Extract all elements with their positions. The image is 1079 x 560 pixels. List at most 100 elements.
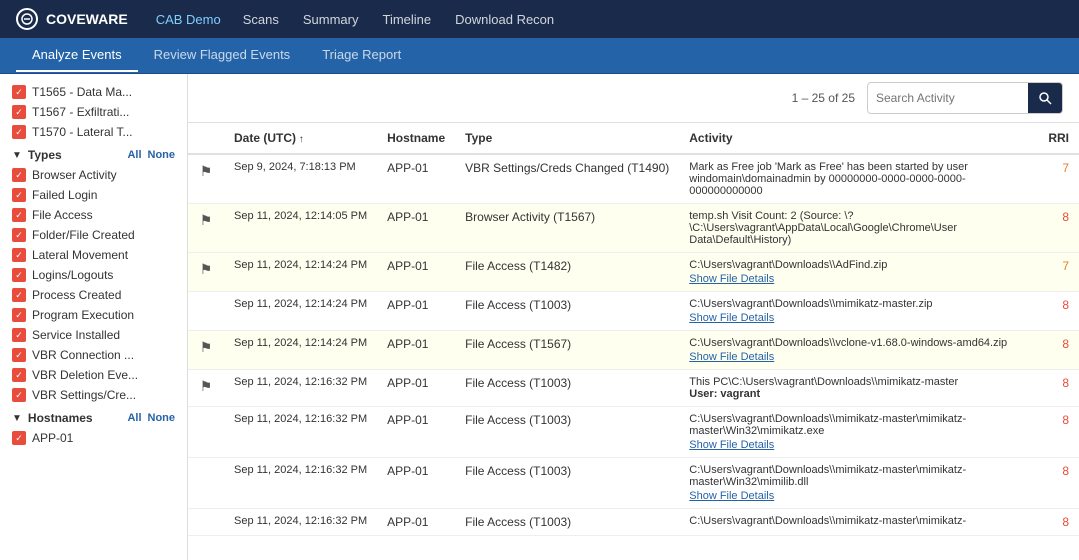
sidebar-label-browser: Browser Activity <box>32 168 175 182</box>
sidebar-label-service: Service Installed <box>32 328 175 342</box>
type-cell: File Access (T1003) <box>455 292 679 331</box>
activity-cell: C:\Users\vagrant\Downloads\\AdFind.zipSh… <box>679 253 1038 292</box>
sidebar-label-process: Process Created <box>32 288 175 302</box>
flag-icon[interactable]: ⚑ <box>200 378 213 394</box>
nav-summary[interactable]: Summary <box>301 8 361 31</box>
checkbox-browser[interactable]: ✓ <box>12 168 26 182</box>
rri-cell: 7 <box>1038 253 1079 292</box>
sidebar-item-process-created[interactable]: ✓ Process Created <box>0 285 187 305</box>
sidebar-item-vbr-settings[interactable]: ✓ VBR Settings/Cre... <box>0 385 187 405</box>
checkbox-process[interactable]: ✓ <box>12 288 26 302</box>
col-activity: Activity <box>679 123 1038 154</box>
hostnames-links: All None <box>127 412 175 424</box>
table-row: ⚑Sep 11, 2024, 12:14:05 PMAPP-01Browser … <box>188 204 1079 253</box>
flag-icon[interactable]: ⚑ <box>200 261 213 277</box>
checkbox-program[interactable]: ✓ <box>12 308 26 322</box>
checkbox-service[interactable]: ✓ <box>12 328 26 342</box>
sidebar-item-lateral-movement[interactable]: ✓ Lateral Movement <box>0 245 187 265</box>
tab-review-flagged-events[interactable]: Review Flagged Events <box>138 39 307 72</box>
show-file-details-link[interactable]: Show File Details <box>689 273 1028 285</box>
sidebar-item-vbr-deletion[interactable]: ✓ VBR Deletion Eve... <box>0 365 187 385</box>
date-cell: Sep 11, 2024, 12:14:05 PM <box>224 204 377 253</box>
sidebar-item-t1570[interactable]: ✓ T1570 - Lateral T... <box>0 122 187 142</box>
demo-label: CAB Demo <box>156 12 221 27</box>
show-file-details-link[interactable]: Show File Details <box>689 439 1028 451</box>
sidebar-item-logins-logouts[interactable]: ✓ Logins/Logouts <box>0 265 187 285</box>
table-row: ⚑Sep 11, 2024, 12:16:32 PMAPP-01File Acc… <box>188 370 1079 407</box>
events-table: Date (UTC) Hostname Type Activity RRI ⚑S… <box>188 123 1079 536</box>
tab-triage-report[interactable]: Triage Report <box>306 39 417 72</box>
sidebar: ✓ T1565 - Data Ma... ✓ T1567 - Exfiltrat… <box>0 74 188 560</box>
sidebar-item-failed-login[interactable]: ✓ Failed Login <box>0 185 187 205</box>
sidebar-item-file-access[interactable]: ✓ File Access <box>0 205 187 225</box>
sidebar-item-browser-activity[interactable]: ✓ Browser Activity <box>0 165 187 185</box>
activity-cell: C:\Users\vagrant\Downloads\\vclone-v1.68… <box>679 331 1038 370</box>
checkbox-t1567[interactable]: ✓ <box>12 105 26 119</box>
hostnames-none-link[interactable]: None <box>148 412 176 424</box>
checkbox-vbr-settings[interactable]: ✓ <box>12 388 26 402</box>
hostnames-all-link[interactable]: All <box>127 412 141 424</box>
main-content: ✓ T1565 - Data Ma... ✓ T1567 - Exfiltrat… <box>0 74 1079 560</box>
flag-icon[interactable]: ⚑ <box>200 212 213 228</box>
activity-cell: C:\Users\vagrant\Downloads\\mimikatz-mas… <box>679 458 1038 509</box>
type-cell: Browser Activity (T1567) <box>455 204 679 253</box>
hostname-cell: APP-01 <box>377 331 455 370</box>
types-links: All None <box>127 149 175 161</box>
show-file-details-link[interactable]: Show File Details <box>689 351 1028 363</box>
tab-analyze-events[interactable]: Analyze Events <box>16 39 138 72</box>
logo: COVEWARE <box>16 8 128 30</box>
flag-icon[interactable]: ⚑ <box>200 163 213 179</box>
flag-icon[interactable]: ⚑ <box>200 339 213 355</box>
activity-cell: C:\Users\vagrant\Downloads\\mimikatz-mas… <box>679 509 1038 536</box>
nav-download-recon[interactable]: Download Recon <box>453 8 556 31</box>
col-date[interactable]: Date (UTC) <box>224 123 377 154</box>
checkbox-vbr-conn[interactable]: ✓ <box>12 348 26 362</box>
nav-timeline[interactable]: Timeline <box>380 8 433 31</box>
search-input[interactable] <box>868 91 1028 105</box>
show-file-details-link[interactable]: Show File Details <box>689 490 1028 502</box>
date-cell: Sep 11, 2024, 12:14:24 PM <box>224 331 377 370</box>
sidebar-item-t1567[interactable]: ✓ T1567 - Exfiltrati... <box>0 102 187 122</box>
flag-cell: ⚑ <box>188 331 224 370</box>
sidebar-item-program-execution[interactable]: ✓ Program Execution <box>0 305 187 325</box>
sidebar-item-vbr-connection[interactable]: ✓ VBR Connection ... <box>0 345 187 365</box>
checkbox-file-access[interactable]: ✓ <box>12 208 26 222</box>
search-button[interactable] <box>1028 82 1062 114</box>
types-heading: Types <box>28 148 62 162</box>
checkbox-folder-file[interactable]: ✓ <box>12 228 26 242</box>
checkbox-t1570[interactable]: ✓ <box>12 125 26 139</box>
sidebar-item-service-installed[interactable]: ✓ Service Installed <box>0 325 187 345</box>
hostname-cell: APP-01 <box>377 458 455 509</box>
show-file-details-link[interactable]: Show File Details <box>689 312 1028 324</box>
checkbox-failed-login[interactable]: ✓ <box>12 188 26 202</box>
flag-cell <box>188 407 224 458</box>
activity-cell: Mark as Free job 'Mark as Free' has been… <box>679 154 1038 204</box>
checkbox-logins[interactable]: ✓ <box>12 268 26 282</box>
checkbox-vbr-del[interactable]: ✓ <box>12 368 26 382</box>
pagination-label: 1 – 25 of 25 <box>792 91 855 105</box>
sidebar-label-folder-file: Folder/File Created <box>32 228 175 242</box>
date-cell: Sep 9, 2024, 7:18:13 PM <box>224 154 377 204</box>
nav-scans[interactable]: Scans <box>241 8 281 31</box>
content-area: 1 – 25 of 25 Date (UTC) Hostname Type Ac… <box>188 74 1079 560</box>
types-none-link[interactable]: None <box>148 149 176 161</box>
types-all-link[interactable]: All <box>127 149 141 161</box>
toolbar: 1 – 25 of 25 <box>188 74 1079 123</box>
checkbox-lateral[interactable]: ✓ <box>12 248 26 262</box>
rri-cell: 8 <box>1038 407 1079 458</box>
sidebar-label-program: Program Execution <box>32 308 175 322</box>
hostnames-section: ▼ Hostnames All None <box>0 405 187 428</box>
sidebar-item-folder-file-created[interactable]: ✓ Folder/File Created <box>0 225 187 245</box>
sidebar-item-app01[interactable]: ✓ APP-01 <box>0 428 187 448</box>
sidebar-item-t1565[interactable]: ✓ T1565 - Data Ma... <box>0 82 187 102</box>
activity-cell: C:\Users\vagrant\Downloads\\mimikatz-mas… <box>679 407 1038 458</box>
date-cell: Sep 11, 2024, 12:16:32 PM <box>224 458 377 509</box>
col-hostname: Hostname <box>377 123 455 154</box>
date-cell: Sep 11, 2024, 12:14:24 PM <box>224 292 377 331</box>
checkbox-t1565[interactable]: ✓ <box>12 85 26 99</box>
flag-cell: ⚑ <box>188 253 224 292</box>
rri-cell: 8 <box>1038 292 1079 331</box>
checkbox-app01[interactable]: ✓ <box>12 431 26 445</box>
date-cell: Sep 11, 2024, 12:16:32 PM <box>224 509 377 536</box>
rri-cell: 8 <box>1038 331 1079 370</box>
